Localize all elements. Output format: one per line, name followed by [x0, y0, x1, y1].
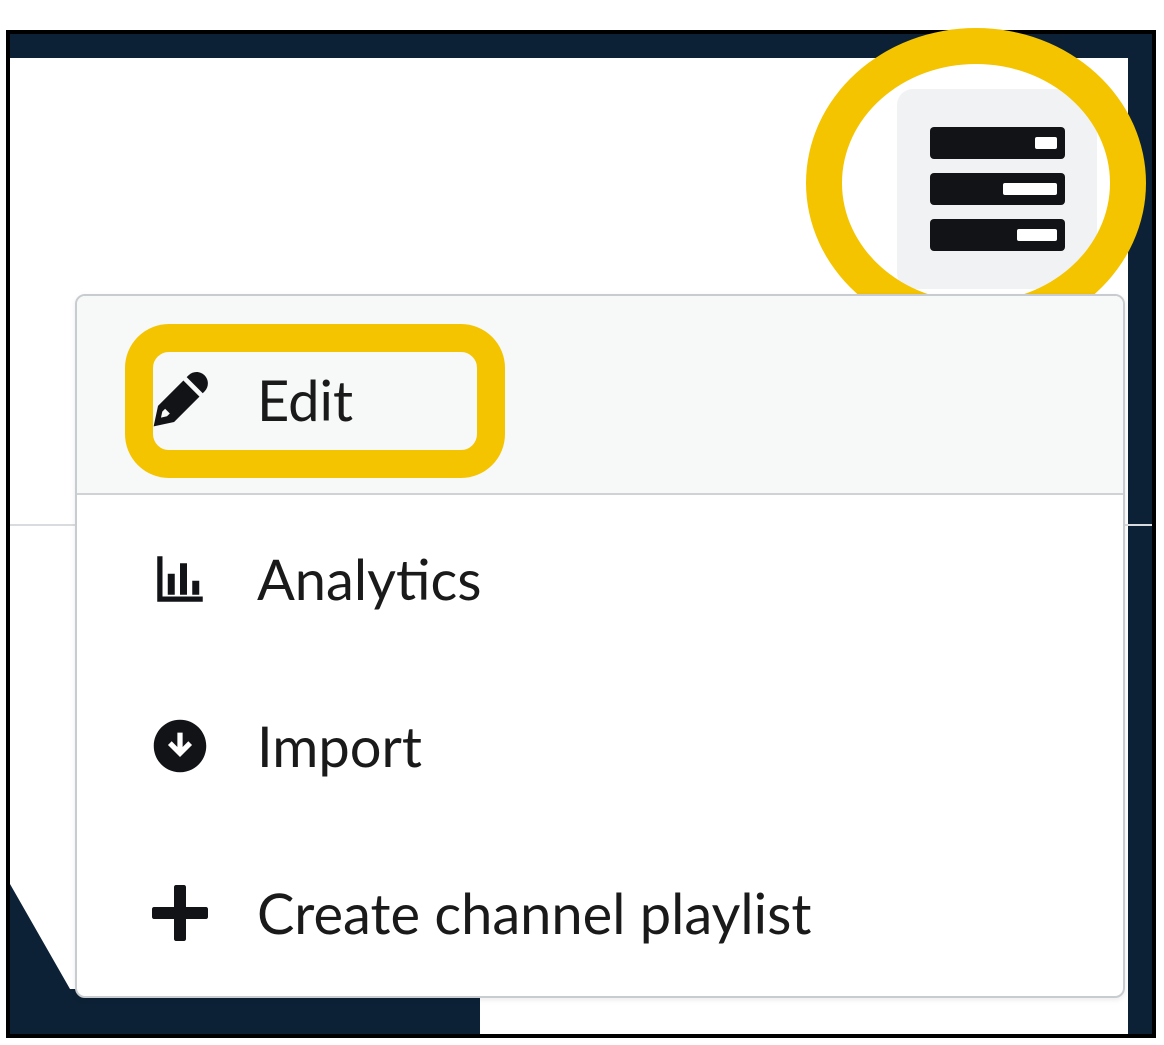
menu-item-create-channel-playlist[interactable]: Create channel playlist [77, 829, 1123, 996]
frame-border-right [1128, 34, 1152, 1034]
menu-item-edit[interactable]: Edit [77, 296, 1123, 495]
menu-item-label: Import [257, 712, 422, 779]
channel-actions-menu-button[interactable] [897, 89, 1097, 289]
menu-item-analytics[interactable]: Analytics [77, 495, 1123, 662]
menu-item-import[interactable]: Import [77, 662, 1123, 829]
menu-item-label: Edit [257, 366, 353, 433]
menu-item-label: Create channel playlist [257, 879, 811, 946]
plus-icon [147, 885, 213, 941]
app-frame: Edit Analytics Import Create channel pla… [6, 30, 1156, 1038]
frame-border-top [10, 34, 1152, 58]
menu-list-icon-line [930, 173, 1065, 205]
wrench-icon [147, 372, 213, 428]
menu-list-icon-line [930, 219, 1065, 251]
bar-chart-icon [147, 551, 213, 607]
channel-actions-dropdown: Edit Analytics Import Create channel pla… [75, 294, 1125, 998]
menu-item-label: Analytics [257, 545, 481, 612]
download-circle-icon [147, 718, 213, 774]
menu-list-icon [930, 127, 1065, 159]
